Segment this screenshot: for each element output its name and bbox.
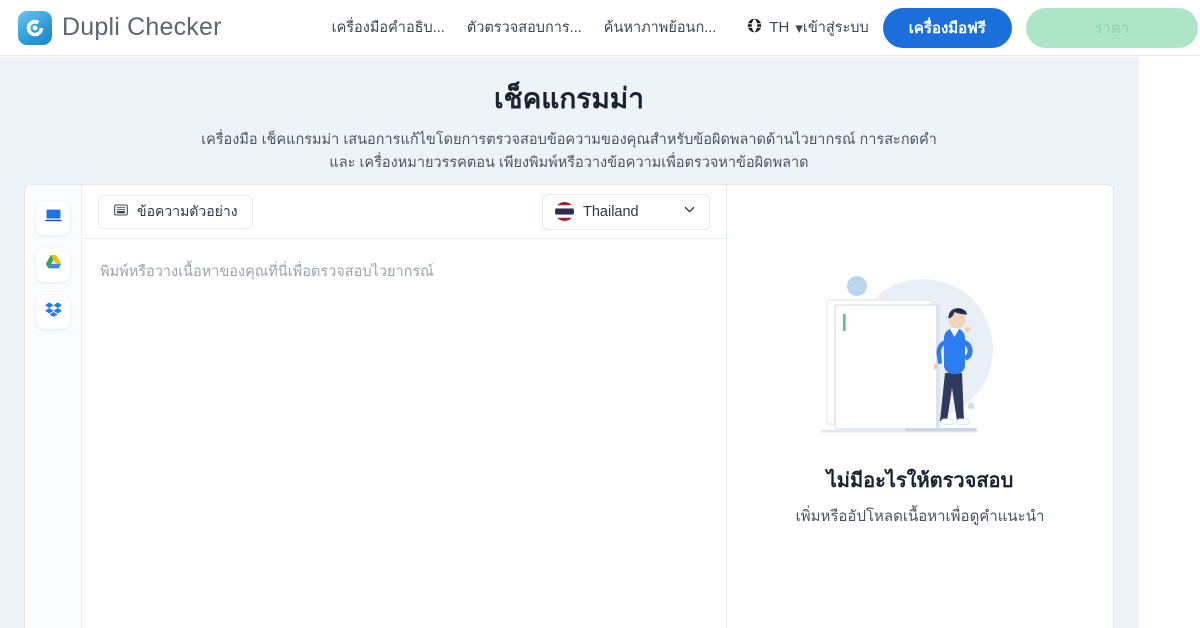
computer-icon bbox=[44, 206, 63, 230]
content-language-dropdown[interactable]: Thailand bbox=[542, 193, 710, 230]
upload-from-google-drive-button[interactable] bbox=[36, 248, 70, 282]
text-editor-input[interactable]: พิมพ์หรือวางเนื้อหาของคุณที่นี่เพื่อตรวจ… bbox=[82, 239, 726, 628]
sample-text-icon bbox=[113, 202, 129, 221]
empty-state-illustration bbox=[805, 267, 1035, 452]
upload-from-dropbox-button[interactable] bbox=[36, 295, 70, 329]
main-navigation: เครื่องมือคำอธิบ... ตัวตรวจสอบการ... ค้น… bbox=[332, 16, 803, 39]
chevron-down-icon: ▾ bbox=[795, 19, 803, 37]
thailand-flag-icon bbox=[555, 202, 574, 221]
chevron-down-icon bbox=[682, 202, 697, 221]
globe-icon bbox=[746, 17, 763, 38]
google-drive-icon bbox=[44, 253, 63, 277]
results-empty-subtitle: เพิ่มหรืออัปโหลดเนื้อหาเพื่อดูคำแนะนำ bbox=[795, 508, 1045, 525]
editor-column: ข้อความตัวอย่าง Thailand พิมพ์หรือวางเนื… bbox=[82, 185, 727, 628]
editor-toolbar: ข้อความตัวอย่าง Thailand bbox=[82, 185, 726, 239]
page-subtitle: เครื่องมือ เช็คแกรมม่า เสนอการแก้ไขโดยกา… bbox=[199, 129, 939, 174]
brand-logo[interactable]: Dupli Checker bbox=[18, 10, 222, 45]
sample-text-button[interactable]: ข้อความตัวอย่าง bbox=[98, 194, 253, 229]
grammar-checker-card: ข้อความตัวอย่าง Thailand พิมพ์หรือวางเนื… bbox=[24, 184, 1114, 628]
page-title: เช็คแกรมม่า bbox=[494, 83, 644, 114]
free-tools-button[interactable]: เครื่องมือฟรี bbox=[882, 7, 1012, 48]
sample-text-button-label: ข้อความตัวอย่าง bbox=[137, 202, 238, 219]
upload-source-rail bbox=[25, 185, 82, 628]
language-selector-label: TH bbox=[769, 19, 790, 36]
page-subtitle-line-2: เครื่องหมายวรรคตอน เพียงพิมพ์หรือวางข้อค… bbox=[359, 154, 809, 171]
results-panel: ไม่มีอะไรให้ตรวจสอบ เพิ่มหรืออัปโหลดเนื้… bbox=[727, 185, 1113, 628]
upload-from-computer-button[interactable] bbox=[36, 201, 70, 235]
dropbox-icon bbox=[44, 300, 63, 324]
site-header: Dupli Checker เครื่องมือคำอธิบ... ตัวตรว… bbox=[0, 0, 1200, 56]
page-root: Dupli Checker เครื่องมือคำอธิบ... ตัวตรว… bbox=[0, 0, 1200, 628]
nav-item-paraphrase-tools[interactable]: เครื่องมือคำอธิบ... bbox=[332, 16, 445, 39]
right-gutter-column bbox=[1138, 57, 1200, 628]
brand-name: Dupli Checker bbox=[62, 13, 222, 41]
results-empty-title: ไม่มีอะไรให้ตรวจสอบ bbox=[826, 470, 1014, 492]
hero-section: เช็คแกรมม่า เครื่องมือ เช็คแกรมม่า เสนอก… bbox=[0, 57, 1138, 174]
login-link[interactable]: เข้าสู่ระบบ bbox=[803, 16, 869, 39]
content-language-value: Thailand bbox=[583, 203, 639, 220]
nav-item-reverse-image-search[interactable]: ค้นหาภาพย้อนก... bbox=[604, 16, 717, 39]
nav-item-checkers[interactable]: ตัวตรวจสอบการ... bbox=[467, 16, 582, 39]
dupli-checker-logo-icon bbox=[18, 10, 52, 45]
header-actions: เข้าสู่ระบบ เครื่องมือฟรี ราคา bbox=[803, 7, 1198, 48]
language-selector[interactable]: TH ▾ bbox=[746, 17, 803, 38]
pricing-button[interactable]: ราคา bbox=[1025, 7, 1198, 48]
